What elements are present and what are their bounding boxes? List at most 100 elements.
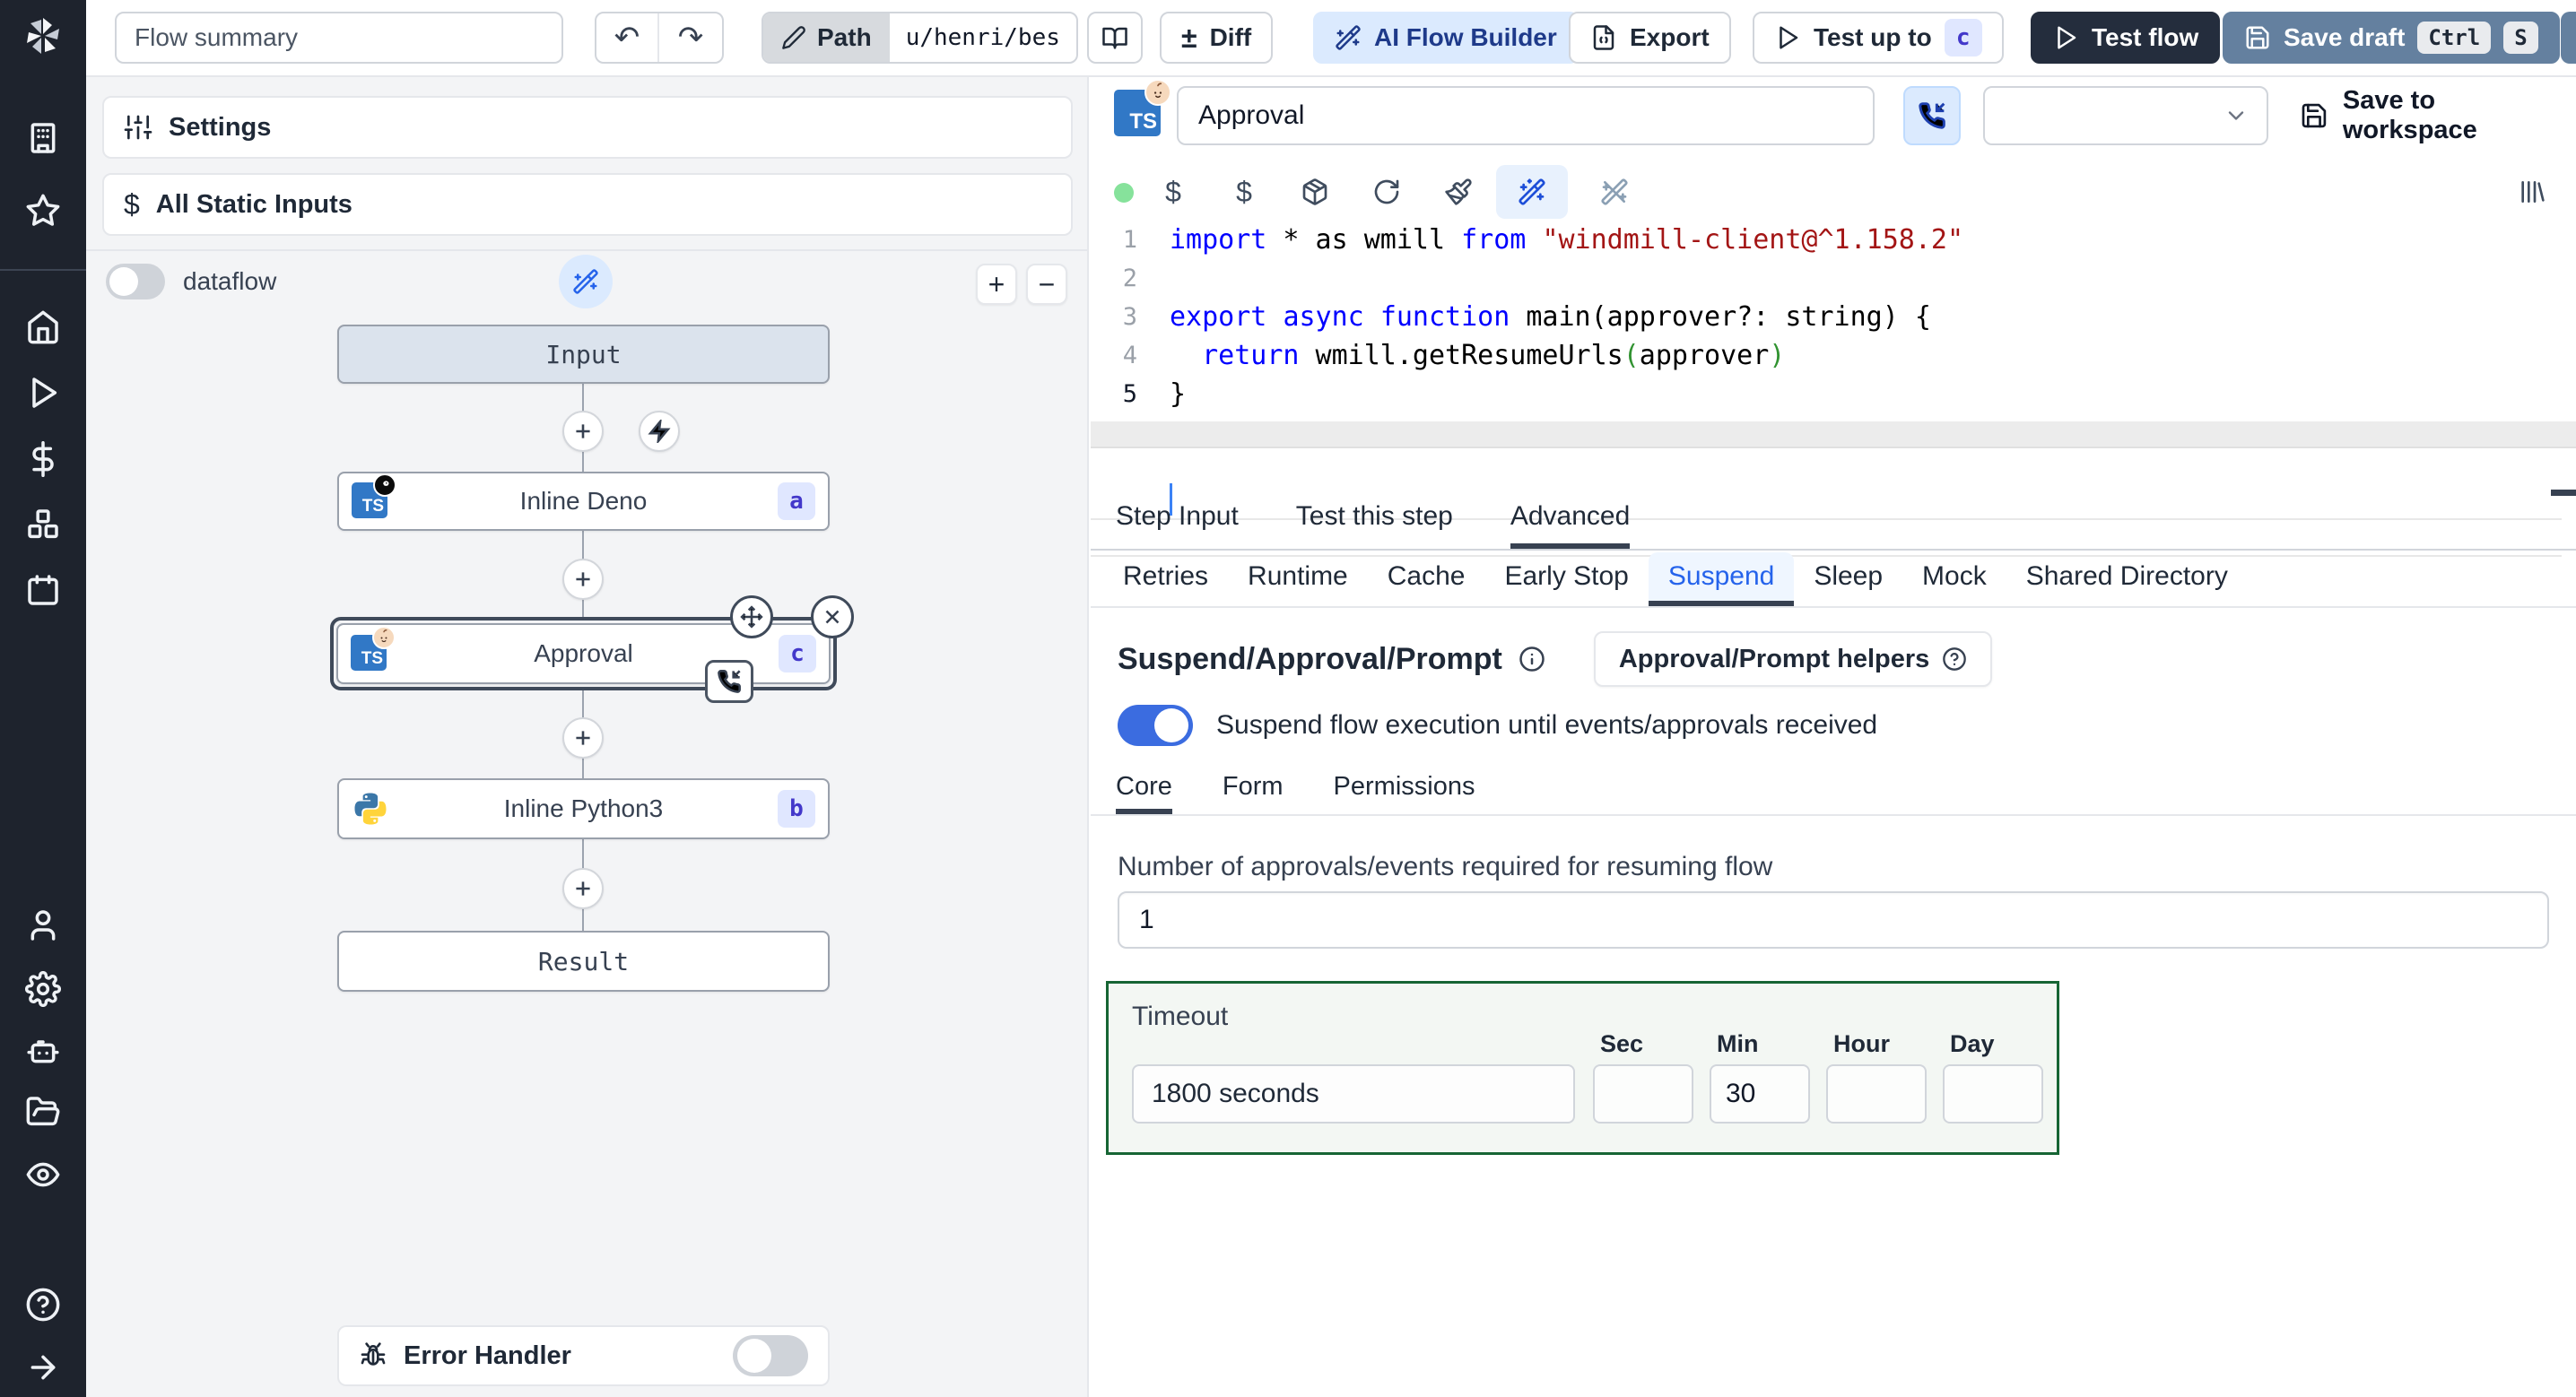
node-step-badge: a [778,482,815,520]
tab-advanced[interactable]: Advanced [1510,490,1631,549]
subtab-early-stop[interactable]: Early Stop [1484,552,1648,606]
delete-node-button[interactable] [811,595,854,638]
favorites-star-icon[interactable] [25,193,61,229]
typescript-approval-icon: TS [351,626,396,672]
ai-graph-wand-button[interactable] [559,255,613,308]
timeout-total-input[interactable] [1132,1064,1575,1124]
flow-node-input[interactable]: Input [337,325,830,384]
insert-step-button[interactable] [562,559,604,600]
approval-suspend-phone-badge[interactable] [705,660,753,703]
all-static-inputs-label: All Static Inputs [155,189,352,219]
all-static-inputs-button[interactable]: $ All Static Inputs [102,173,1073,236]
deploy-button-partial[interactable] [2561,12,2576,64]
dataflow-label: dataflow [183,267,277,295]
path-label: Path [817,23,872,51]
subtab-sleep[interactable]: Sleep [1794,552,1902,606]
approvals-count-input[interactable] [1118,891,2549,949]
tab-permissions[interactable]: Permissions [1334,764,1475,814]
redo-button[interactable]: ↷ [659,13,722,62]
insert-step-button[interactable] [562,411,604,452]
code-lines: 1 import * as wmill from "windmill-client… [1091,221,2576,413]
test-flow-button[interactable]: Test flow [2031,12,2221,64]
path-edit-segment[interactable]: Path [763,13,890,62]
tab-test-this-step[interactable]: Test this step [1296,490,1453,549]
step-name-input[interactable] [1177,86,1875,145]
code-editor[interactable]: 1 import * as wmill from "windmill-client… [1091,221,2576,557]
diff-button[interactable]: ± Diff [1160,12,1274,64]
subtab-mock[interactable]: Mock [1902,552,2006,606]
subtab-runtime[interactable]: Runtime [1228,552,1368,606]
suspend-subtabs: Core Form Permissions [1091,764,2576,816]
undo-button[interactable]: ↶ [596,13,659,62]
test-up-to-button[interactable]: Test up to c [1753,12,2004,64]
dataflow-toggle[interactable] [106,264,165,299]
subtab-cache[interactable]: Cache [1368,552,1485,606]
suspend-toggle[interactable] [1118,705,1193,746]
flow-node-inline-deno[interactable]: TS Inline Deno a [337,472,830,531]
suspend-toggle-label: Suspend flow execution until events/appr… [1216,710,1878,740]
timeout-day-input[interactable] [1943,1064,2043,1124]
tab-core[interactable]: Core [1116,764,1172,814]
home-icon[interactable] [25,309,61,345]
ai-assistant-wand-button[interactable] [1496,165,1568,219]
flow-node-result[interactable]: Result [337,931,830,992]
tab-form[interactable]: Form [1223,764,1284,814]
info-icon[interactable] [1519,646,1545,672]
insert-step-button[interactable] [562,717,604,759]
move-node-button[interactable] [730,595,773,638]
resources-icon[interactable] [25,507,61,542]
approval-prompt-helpers-button[interactable]: Approval/Prompt helpers [1593,631,1993,687]
path-control[interactable]: Path u/henri/bes [761,12,1078,64]
script-version-select[interactable] [1983,86,2268,145]
error-handler-toggle[interactable] [733,1335,808,1376]
insert-variable-button[interactable]: $ [1157,176,1189,208]
workspace-icon[interactable] [25,120,61,156]
export-label: Export [1630,23,1710,51]
schedules-icon[interactable] [25,572,61,608]
insert-trigger-button[interactable] [639,411,680,452]
save-icon [2246,26,2269,49]
code-line: 3 export async function main(approver?: s… [1122,301,1931,333]
export-button[interactable]: Export [1569,12,1731,64]
subtab-retries[interactable]: Retries [1103,552,1228,606]
settings-gear-icon[interactable] [25,971,61,1007]
insert-step-button[interactable] [562,868,604,909]
folders-icon[interactable] [25,1094,61,1130]
flow-settings-button[interactable]: Settings [102,96,1073,159]
subtab-suspend[interactable]: Suspend [1648,552,1795,606]
ai-assistant-off-button[interactable] [1598,176,1631,208]
subtab-shared-directory[interactable]: Shared Directory [2006,552,2248,606]
audit-logs-eye-icon[interactable] [25,1157,61,1193]
runs-icon[interactable] [25,375,61,411]
timeout-sec-input[interactable] [1593,1064,1693,1124]
format-brush-button[interactable] [1442,176,1475,208]
flow-node-inline-python3[interactable]: Inline Python3 b [337,778,830,839]
expand-sidebar-arrow-icon[interactable] [25,1349,61,1385]
error-handler-card[interactable]: Error Handler [337,1325,830,1386]
chevron-down-icon [2228,111,2244,120]
insert-resource-button[interactable]: $ [1228,176,1260,208]
timeout-min-input[interactable] [1710,1064,1810,1124]
docs-book-button[interactable] [1087,12,1143,64]
editor-bottom-strip [1091,421,2576,448]
zoom-in-button[interactable]: + [976,264,1017,305]
suspend-phone-button[interactable] [1903,86,1961,145]
flow-summary-input[interactable] [115,12,563,64]
error-handler-label: Error Handler [404,1341,571,1370]
variables-icon[interactable] [25,441,61,477]
zoom-out-button[interactable]: − [1026,264,1067,305]
save-to-workspace-button[interactable]: Save to workspace [2300,86,2576,144]
library-button[interactable] [2515,176,2547,208]
package-button[interactable] [1299,176,1331,208]
ai-flow-builder-button[interactable]: AI Flow Builder [1313,12,1579,64]
save-draft-button[interactable]: Save draft Ctrl S [2223,12,2560,64]
workers-bot-icon[interactable] [25,1033,61,1069]
help-icon[interactable] [25,1287,61,1323]
reload-button[interactable] [1371,176,1403,208]
windmill-logo-icon[interactable] [22,14,65,57]
timeout-min-label: Min [1717,1030,1759,1057]
tab-step-input[interactable]: Step Input [1116,490,1239,549]
sliders-icon [124,113,152,142]
timeout-hour-input[interactable] [1826,1064,1927,1124]
users-icon[interactable] [25,907,61,943]
